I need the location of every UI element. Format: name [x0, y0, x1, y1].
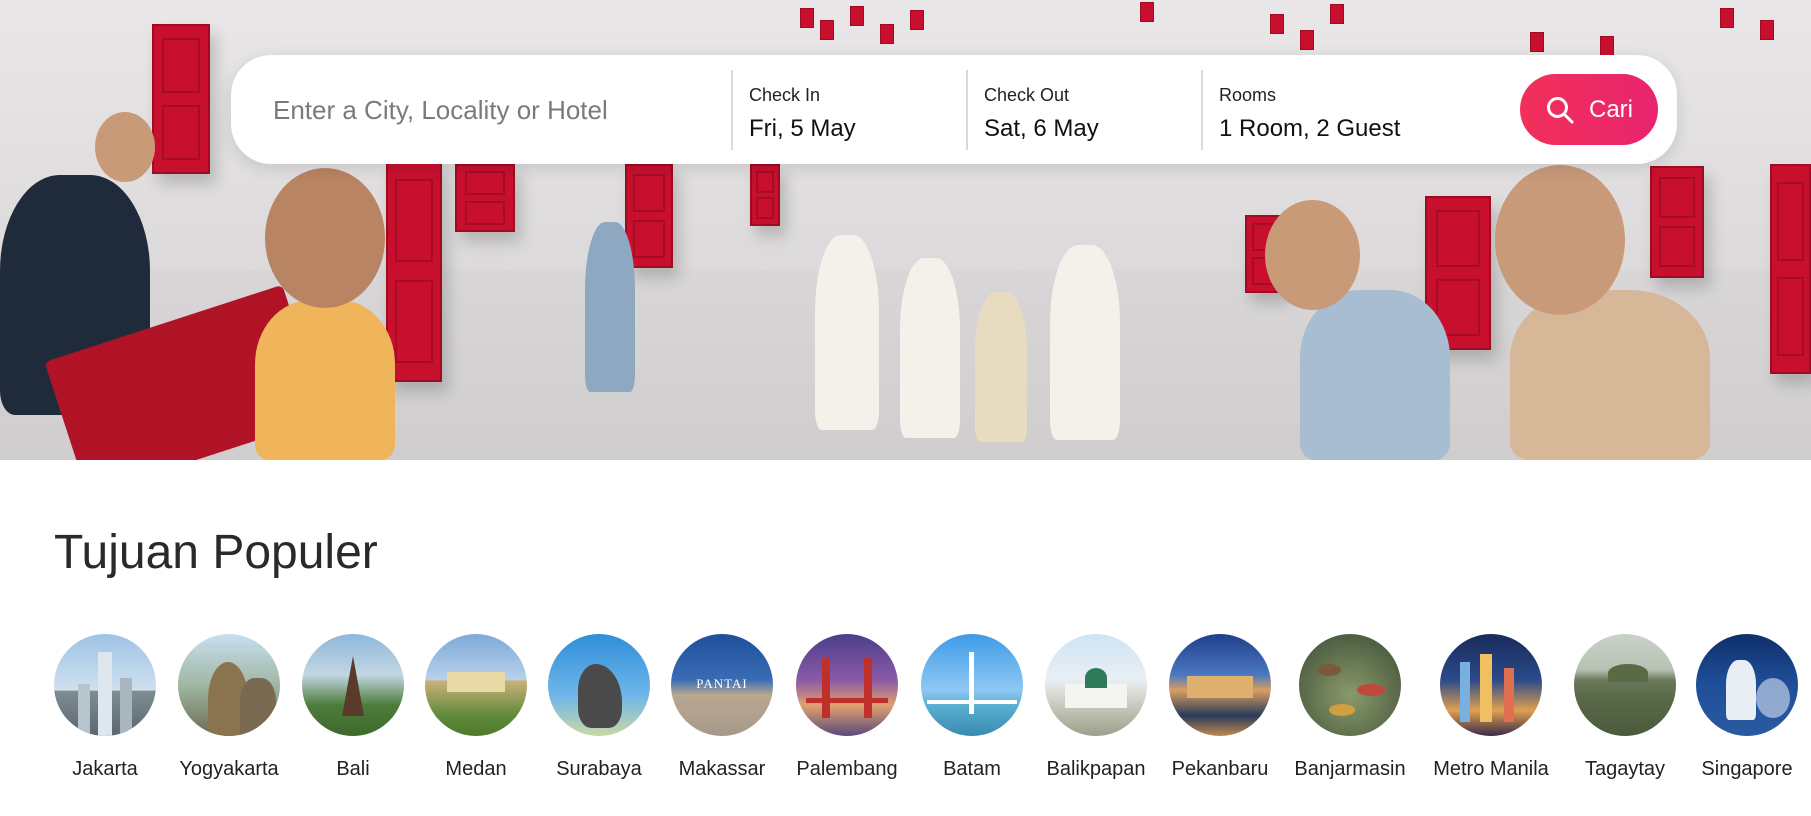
- hero-door: [1720, 8, 1734, 28]
- destination-thumbnail: [425, 634, 527, 736]
- destination-search-input[interactable]: [271, 55, 715, 166]
- hero-person-head: [95, 112, 155, 182]
- destination-thumbnail: [178, 634, 280, 736]
- hotel-search-bar: Check In Fri, 5 May Check Out Sat, 6 May…: [231, 55, 1677, 166]
- destination-thumbnail: [1440, 634, 1542, 736]
- hero-door: [1330, 4, 1344, 24]
- hero-door: [850, 6, 864, 26]
- destination-thumbnail: [921, 634, 1023, 736]
- destination-name: Banjarmasin: [1294, 758, 1406, 780]
- hero-person-head: [1265, 200, 1360, 310]
- check-out-field[interactable]: Check Out Sat, 6 May: [966, 55, 1201, 164]
- hero-door: [1530, 32, 1544, 52]
- hero-person: [1050, 245, 1120, 440]
- check-out-label: Check Out: [984, 85, 1070, 105]
- thumbnail-sign-text: PANTAI: [696, 676, 748, 691]
- hero-door: [1760, 20, 1774, 40]
- hero-door: [386, 160, 442, 382]
- hero-door: [1300, 30, 1314, 50]
- rooms-guests-value: 1 Room, 2 Guest: [1219, 115, 1401, 142]
- hero-door: [455, 164, 515, 232]
- hero-person-head: [265, 168, 385, 308]
- hero-door: [880, 24, 894, 44]
- destination-thumbnail: [1574, 634, 1676, 736]
- hero-door: [1770, 164, 1811, 374]
- search-icon: [1545, 95, 1575, 125]
- hero-door: [820, 20, 834, 40]
- destination-name: Pekanbaru: [1171, 758, 1269, 780]
- rooms-guests-field[interactable]: Rooms 1 Room, 2 Guest: [1201, 55, 1501, 164]
- destination-thumbnail: [548, 634, 650, 736]
- check-in-value: Fri, 5 May: [749, 115, 856, 142]
- hero-door: [750, 164, 780, 226]
- destination-item-banjarmasin[interactable]: Banjarmasin: [1275, 634, 1425, 781]
- hero-door: [800, 8, 814, 28]
- destination-thumbnail: [1299, 634, 1401, 736]
- hero-person: [1510, 290, 1710, 460]
- hero-person: [1300, 290, 1450, 460]
- destination-item-metro-manila[interactable]: Metro Manila: [1416, 634, 1566, 781]
- destination-thumbnail: [1696, 634, 1798, 736]
- check-in-field[interactable]: Check In Fri, 5 May: [731, 55, 966, 164]
- hero-door: [1650, 166, 1704, 278]
- hero-door: [1600, 36, 1614, 56]
- destination-name: Metro Manila: [1433, 758, 1549, 780]
- section-title: Tujuan Populer: [54, 526, 378, 579]
- hero-person: [585, 222, 635, 392]
- hero-door: [1270, 14, 1284, 34]
- hero-person: [815, 235, 879, 430]
- destination-thumbnail: [1169, 634, 1271, 736]
- hero-door: [152, 24, 210, 174]
- search-button[interactable]: Cari: [1520, 74, 1658, 145]
- hero-door: [625, 164, 673, 268]
- destination-thumbnail: [796, 634, 898, 736]
- destination-thumbnail: [54, 634, 156, 736]
- destination-thumbnail: [302, 634, 404, 736]
- search-button-label: Cari: [1588, 95, 1633, 123]
- destination-thumbnail: [1045, 634, 1147, 736]
- check-out-value: Sat, 6 May: [984, 115, 1099, 142]
- destination-item-pekanbaru[interactable]: Pekanbaru: [1145, 634, 1295, 781]
- destination-thumbnail: PANTAI: [671, 634, 773, 736]
- popular-destination-list: Jakarta Yogyakarta Bali Medan Surabaya P…: [0, 634, 1811, 794]
- rooms-label: Rooms: [1219, 85, 1277, 105]
- destination-item-singapore[interactable]: Singapore: [1672, 634, 1811, 781]
- hero-door: [910, 10, 924, 30]
- hero-person-head: [1495, 165, 1625, 315]
- hero-door: [1140, 2, 1154, 22]
- hero-person: [975, 292, 1027, 442]
- hero-person: [900, 258, 960, 438]
- hero-person: [255, 300, 395, 460]
- check-in-label: Check In: [749, 85, 821, 105]
- destination-name: Singapore: [1701, 758, 1793, 780]
